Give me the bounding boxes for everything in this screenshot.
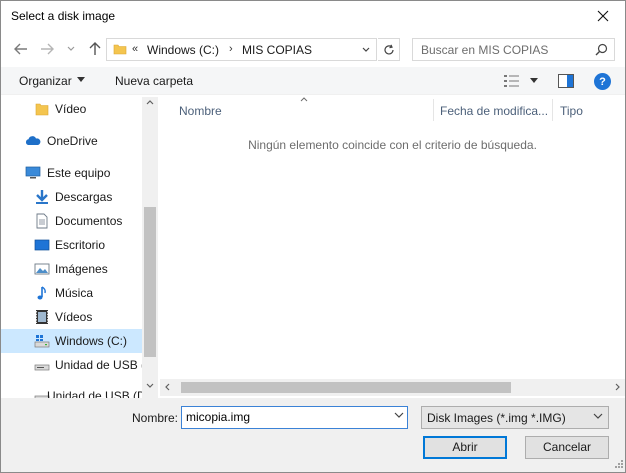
- column-header-label: Fecha de modifica...: [440, 104, 549, 118]
- title-bar: Select a disk image: [1, 1, 625, 32]
- nav-item-music[interactable]: Música: [1, 281, 142, 305]
- refresh-icon: [383, 44, 394, 54]
- cancel-button[interactable]: Cancelar: [525, 436, 609, 459]
- music-icon: [37, 286, 46, 300]
- cloud-icon: [25, 136, 41, 145]
- computer-icon: [25, 166, 41, 179]
- chevron-down-icon[interactable]: [394, 412, 404, 418]
- search-placeholder: Buscar en MIS COPIAS: [421, 43, 549, 57]
- nav-item-label: Unidad de USB (D: [47, 389, 146, 398]
- nav-item-usb-drive[interactable]: Unidad de USB (: [1, 353, 146, 377]
- column-header-date[interactable]: Fecha de modifica...: [434, 97, 552, 123]
- resize-grip-icon[interactable]: [613, 460, 623, 470]
- file-list: Nombre Fecha de modifica... Tipo Ningún …: [160, 97, 625, 398]
- file-type-value: Disk Images (*.img *.IMG): [427, 411, 566, 425]
- folder-icon: [35, 103, 49, 116]
- view-options-icon[interactable]: [504, 74, 520, 88]
- chevron-down-icon: [362, 47, 370, 52]
- new-folder-button[interactable]: Nueva carpeta: [115, 74, 193, 88]
- breadcrumb-separator[interactable]: ›: [229, 43, 233, 55]
- address-dropdown-button[interactable]: [356, 39, 376, 60]
- nav-item-label: Música: [55, 286, 94, 300]
- nav-item-downloads[interactable]: Descargas: [1, 185, 142, 209]
- video-icon: [36, 310, 48, 324]
- navigation-pane: Vídeo OneDrive Este equipo Descargas Doc…: [1, 97, 158, 398]
- breadcrumb-segment[interactable]: Windows (C:): [147, 43, 219, 57]
- file-name-label: Nombre:: [132, 411, 179, 425]
- column-header-label: Tipo: [560, 104, 583, 118]
- scroll-down-icon[interactable]: [146, 383, 154, 388]
- folder-icon: [113, 44, 127, 55]
- nav-item-documents[interactable]: Documentos: [1, 209, 142, 233]
- document-icon: [36, 213, 48, 229]
- file-open-dialog: Select a disk image « Windows (C:) › MIS…: [0, 0, 626, 473]
- address-bar[interactable]: « Windows (C:) › MIS COPIAS: [106, 38, 377, 61]
- desktop-icon: [34, 239, 50, 251]
- back-button[interactable]: [11, 39, 31, 59]
- navigation-row: « Windows (C:) › MIS COPIAS Buscar en MI…: [1, 35, 625, 63]
- arrow-up-icon: [89, 42, 101, 55]
- nav-item-this-pc[interactable]: Este equipo: [1, 161, 142, 185]
- arrow-left-icon: [14, 43, 27, 55]
- chevron-down-icon: [593, 413, 603, 419]
- caret-down-icon: [77, 77, 85, 82]
- overflow-chevrons[interactable]: «: [132, 43, 138, 55]
- nav-item-desktop[interactable]: Escritorio: [1, 233, 142, 257]
- scroll-thumb[interactable]: [144, 207, 156, 357]
- organize-button[interactable]: Organizar: [19, 74, 72, 88]
- refresh-button[interactable]: [378, 38, 400, 61]
- search-icon: [595, 43, 608, 56]
- window-title: Select a disk image: [11, 9, 116, 23]
- horizontal-scrollbar[interactable]: [160, 379, 625, 396]
- nav-item-usb-drive-d[interactable]: Unidad de USB (D: [1, 384, 146, 398]
- scroll-left-icon[interactable]: [165, 383, 170, 391]
- nav-item-label: Escritorio: [55, 238, 106, 252]
- chevron-down-icon: [67, 46, 75, 51]
- column-header-name[interactable]: Nombre: [160, 97, 432, 123]
- recent-locations-button[interactable]: [63, 39, 79, 59]
- nav-item-video[interactable]: Vídeo: [1, 97, 142, 121]
- arrow-right-icon: [41, 43, 54, 55]
- download-icon: [36, 190, 48, 204]
- nav-item-label: Windows (C:): [55, 334, 128, 348]
- drive-icon: [34, 335, 50, 348]
- nav-item-onedrive[interactable]: OneDrive: [1, 129, 142, 153]
- nav-item-pictures[interactable]: Imágenes: [1, 257, 142, 281]
- preview-pane-icon[interactable]: [558, 74, 574, 88]
- search-input[interactable]: Buscar en MIS COPIAS: [412, 38, 615, 61]
- breadcrumb-segment[interactable]: MIS COPIAS: [242, 43, 312, 57]
- file-name-field[interactable]: [181, 406, 408, 429]
- close-icon: [597, 10, 609, 22]
- scroll-right-icon[interactable]: [615, 383, 620, 391]
- scroll-thumb[interactable]: [181, 382, 511, 393]
- close-button[interactable]: [581, 1, 625, 31]
- image-icon: [34, 263, 50, 275]
- nav-item-label: Unidad de USB (: [55, 358, 146, 372]
- usb-drive-icon: [34, 364, 50, 371]
- file-name-input[interactable]: [182, 407, 382, 427]
- nav-item-label: Vídeo: [55, 102, 87, 116]
- nav-item-label: OneDrive: [47, 134, 98, 148]
- nav-item-label: Descargas: [55, 190, 113, 204]
- scroll-up-icon[interactable]: [146, 100, 154, 105]
- column-header-label: Nombre: [179, 104, 222, 118]
- nav-item-label: Este equipo: [47, 166, 111, 180]
- nav-item-label: Imágenes: [55, 262, 108, 276]
- nav-item-videos[interactable]: Vídeos: [1, 305, 142, 329]
- help-button[interactable]: ?: [594, 73, 611, 90]
- dialog-footer: Nombre: Disk Images (*.img *.IMG) Abrir …: [1, 398, 625, 472]
- open-button[interactable]: Abrir: [423, 436, 507, 459]
- nav-item-windows-c[interactable]: Windows (C:): [1, 329, 142, 353]
- caret-down-icon[interactable]: [530, 78, 538, 83]
- file-type-select[interactable]: Disk Images (*.img *.IMG): [421, 406, 609, 429]
- up-button[interactable]: [85, 39, 105, 59]
- empty-message: Ningún elemento coincide con el criterio…: [248, 138, 537, 152]
- nav-scrollbar[interactable]: [142, 97, 158, 398]
- nav-item-label: Documentos: [55, 214, 123, 228]
- forward-button[interactable]: [37, 39, 57, 59]
- column-header-type[interactable]: Tipo: [553, 97, 625, 123]
- command-toolbar: Organizar Nueva carpeta ?: [1, 67, 625, 95]
- nav-item-label: Vídeos: [55, 310, 93, 324]
